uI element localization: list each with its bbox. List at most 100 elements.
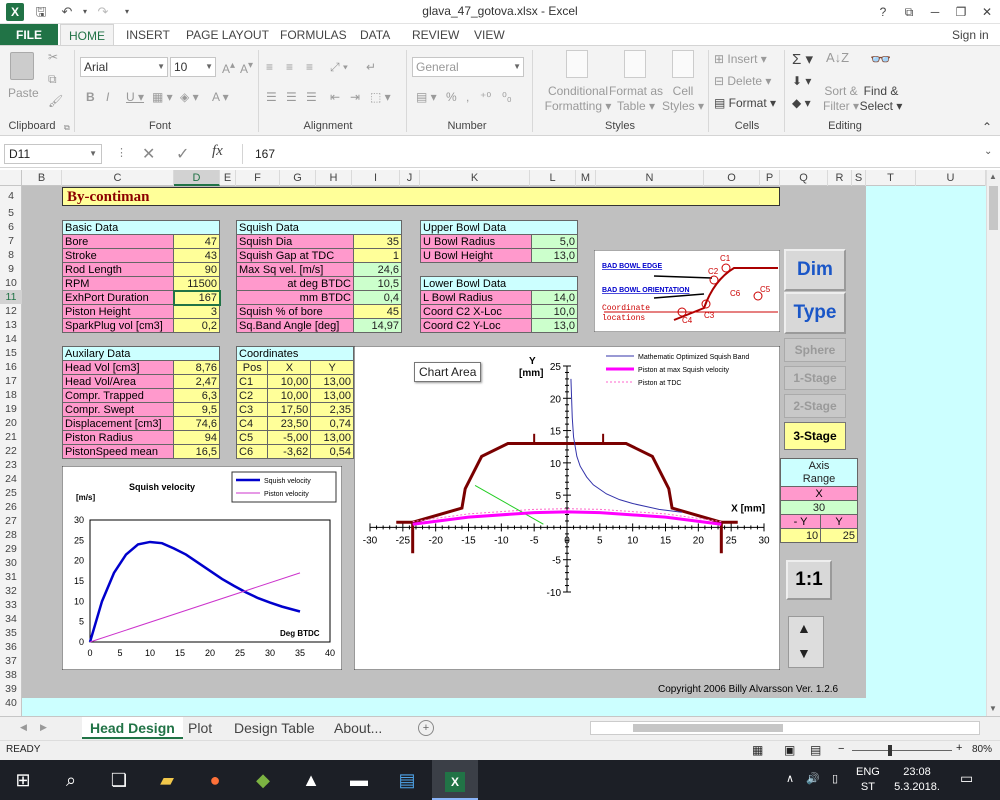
chevron-down-icon[interactable]: ▼ <box>157 58 165 76</box>
squish-dia-value[interactable]: 35 <box>353 234 402 249</box>
column-header[interactable]: B <box>22 170 62 186</box>
tab-file[interactable]: FILE <box>0 24 58 46</box>
task-view-icon[interactable]: ❏ <box>96 760 142 800</box>
row-header[interactable]: 37 <box>0 654 22 668</box>
dim-button[interactable]: Dim <box>784 249 846 291</box>
cut-icon[interactable]: ✂ <box>48 50 58 64</box>
squish-velocity-chart[interactable]: 0 5 10 15 20 25 30 35 40 0 5 10 15 20 25 30 Squish veloc… <box>62 466 342 670</box>
row-header[interactable]: 22 <box>0 444 22 458</box>
autosum-icon[interactable]: Σ ▾ <box>792 50 813 68</box>
align-center-icon[interactable]: ☰ <box>286 90 297 104</box>
row-header[interactable]: 27 <box>0 514 22 528</box>
tray-chevron-icon[interactable]: ∧ <box>786 772 794 785</box>
cell-styles-icon[interactable] <box>672 50 694 78</box>
row-header[interactable]: 28 <box>0 528 22 542</box>
row-header[interactable]: 11 <box>0 290 22 304</box>
row-header[interactable]: 16 <box>0 360 22 374</box>
row-header[interactable]: 8 <box>0 248 22 262</box>
help-icon[interactable]: ? <box>872 2 894 22</box>
new-sheet-icon[interactable]: + <box>418 720 434 736</box>
column-header[interactable]: H <box>316 170 352 186</box>
column-header[interactable]: T <box>866 170 916 186</box>
axis-neg-y-value[interactable]: 10 <box>779 528 822 543</box>
row-header[interactable]: 13 <box>0 318 22 332</box>
column-header[interactable]: J <box>400 170 420 186</box>
photos-icon[interactable]: ▲ <box>288 760 334 800</box>
sheet-tab-head-design[interactable]: Head Design <box>82 717 183 739</box>
column-header[interactable]: S <box>852 170 866 186</box>
number-format-select[interactable]: General ▼ <box>412 57 524 77</box>
zoom-thumb[interactable] <box>888 745 892 756</box>
zoom-out-icon[interactable]: − <box>838 743 844 755</box>
normal-view-icon[interactable]: ▦ <box>752 743 763 757</box>
row-header[interactable]: 38 <box>0 668 22 682</box>
borders-icon[interactable]: ▦ ▾ <box>152 90 173 104</box>
hscroll-thumb[interactable] <box>633 724 783 732</box>
row-header[interactable]: 30 <box>0 556 22 570</box>
italic-icon[interactable]: I <box>106 90 109 104</box>
row-header[interactable]: 14 <box>0 332 22 346</box>
grow-font-icon[interactable]: A▴ <box>222 60 235 76</box>
l-bowl-radius-value[interactable]: 14,0 <box>531 290 578 305</box>
worksheet-margin[interactable] <box>866 186 986 698</box>
column-header[interactable]: I <box>352 170 400 186</box>
network-icon[interactable]: ▯ <box>832 772 838 785</box>
u-bowl-radius-value[interactable]: 5,0 <box>531 234 578 249</box>
row-header[interactable]: 26 <box>0 500 22 514</box>
row-header[interactable]: 6 <box>0 220 22 234</box>
close-icon[interactable]: ✕ <box>976 2 998 22</box>
row-header[interactable]: 36 <box>0 640 22 654</box>
row-header[interactable]: 15 <box>0 346 22 360</box>
clock[interactable]: 23:08 5.3.2018. <box>890 765 944 795</box>
exhport-value[interactable]: 167 <box>172 289 221 306</box>
page-break-view-icon[interactable]: ▤ <box>810 743 821 757</box>
minimize-icon[interactable]: ─ <box>924 2 946 22</box>
dialog-launcher-icon[interactable]: ⧉ <box>64 123 70 133</box>
increase-decimal-icon[interactable]: ⁺⁰ <box>480 90 491 104</box>
row-header[interactable]: 32 <box>0 584 22 598</box>
format-as-table-icon[interactable] <box>624 50 646 78</box>
next-sheet-icon[interactable]: ▶ <box>40 722 47 733</box>
copy-icon[interactable]: ⧉ <box>48 72 57 87</box>
app-icon[interactable]: ▤ <box>384 760 430 800</box>
tab-formulas[interactable]: FORMULAS <box>272 24 355 46</box>
binoculars-icon[interactable]: 👓 <box>870 50 891 70</box>
axis-x-value[interactable]: 30 <box>780 500 858 515</box>
paste-button[interactable]: Paste <box>8 86 39 100</box>
scroll-thumb[interactable] <box>989 186 998 230</box>
bore-value[interactable]: 47 <box>173 234 220 249</box>
conditional-formatting-icon[interactable] <box>566 50 588 78</box>
comma-icon[interactable]: , <box>466 90 469 104</box>
zoom-level[interactable]: 80% <box>972 744 992 755</box>
row-header[interactable]: 35 <box>0 626 22 640</box>
column-header[interactable]: F <box>236 170 280 186</box>
find-select-button[interactable]: Find & Select ▾ <box>858 84 904 114</box>
insert-cells-button[interactable]: ⊞ Insert ▾ <box>714 52 767 66</box>
select-all-button[interactable] <box>0 170 22 186</box>
tab-view[interactable]: VIEW <box>466 24 513 46</box>
row-header[interactable]: 29 <box>0 542 22 556</box>
scroll-down-icon[interactable]: ▼ <box>989 704 997 713</box>
column-header[interactable]: Q <box>780 170 828 186</box>
align-bottom-icon[interactable]: ≡ <box>306 60 313 74</box>
sparkplug-value[interactable]: 0,2 <box>173 318 220 333</box>
squish-pct-value[interactable]: 45 <box>353 304 402 319</box>
tab-page-layout[interactable]: PAGE LAYOUT <box>178 24 277 46</box>
merge-center-icon[interactable]: ⬚ ▾ <box>370 90 391 104</box>
row-header[interactable]: 18 <box>0 388 22 402</box>
column-header[interactable]: P <box>760 170 780 186</box>
row-header[interactable]: 20 <box>0 416 22 430</box>
tab-home[interactable]: HOME <box>60 24 114 46</box>
wrap-text-icon[interactable]: ↵ <box>366 60 376 74</box>
row-header[interactable]: 21 <box>0 430 22 444</box>
delete-cells-button[interactable]: ⊟ Delete ▾ <box>714 74 771 88</box>
bowl-profile-chart[interactable]: -30 -25 -20 -15 -10 -5 0 5 10 15 20 25 30-10-5510152… <box>354 346 780 670</box>
piston-height-value[interactable]: 3 <box>173 304 220 319</box>
type-button[interactable]: Type <box>784 292 846 334</box>
align-top-icon[interactable]: ≡ <box>266 60 273 74</box>
ribbon-display-icon[interactable]: ⧉ <box>898 2 920 22</box>
row-header[interactable]: 9 <box>0 262 22 276</box>
column-header[interactable]: R <box>828 170 852 186</box>
column-header[interactable]: E <box>220 170 236 186</box>
row-header[interactable]: 33 <box>0 598 22 612</box>
